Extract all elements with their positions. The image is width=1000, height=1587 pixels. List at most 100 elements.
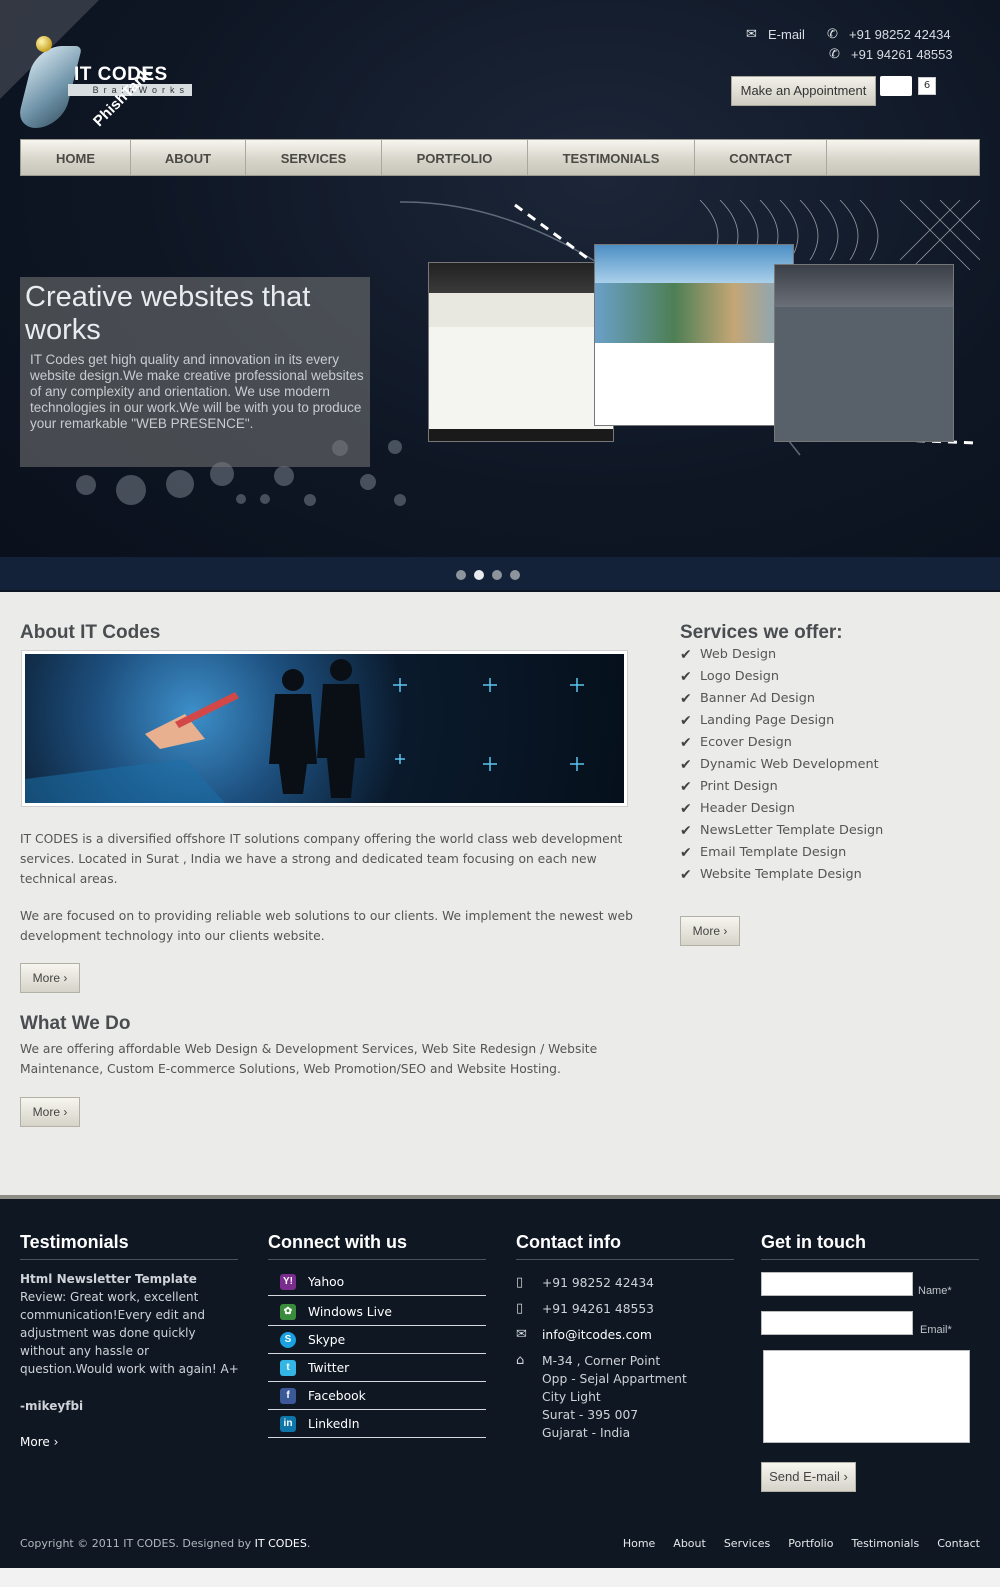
what-we-do-more-button[interactable]: More › xyxy=(20,1097,80,1127)
copyright: Copyright © 2011 IT CODES. Designed by I… xyxy=(20,1537,311,1550)
footer-nav-portfolio[interactable]: Portfolio xyxy=(788,1537,833,1550)
nav-about[interactable]: ABOUT xyxy=(131,140,246,175)
portfolio-thumb-holidays xyxy=(594,244,794,426)
check-icon: ✔ xyxy=(680,845,692,861)
top-email-link[interactable]: ✉ E-mail xyxy=(746,27,805,42)
page-bottom-strip xyxy=(0,1568,1000,1587)
check-icon: ✔ xyxy=(680,801,692,817)
nav-testimonials[interactable]: TESTIMONIALS xyxy=(528,140,695,175)
name-label: Name* xyxy=(918,1285,952,1297)
connect-yahoo[interactable]: Y! Yahoo xyxy=(268,1268,486,1296)
check-icon: ✔ xyxy=(680,823,692,839)
slider-dot-2[interactable] xyxy=(474,570,484,580)
email-input[interactable] xyxy=(761,1311,913,1335)
testimonials-heading: Testimonials xyxy=(20,1232,129,1252)
send-email-button[interactable]: Send E-mail › xyxy=(761,1462,856,1492)
connect-skype[interactable]: S Skype xyxy=(268,1326,486,1354)
service-item[interactable]: ✔ NewsLetter Template Design xyxy=(680,820,883,842)
slider-dot-4[interactable] xyxy=(510,570,520,580)
divider xyxy=(516,1259,734,1260)
connect-heading: Connect with us xyxy=(268,1232,407,1252)
service-item[interactable]: ✔ Logo Design xyxy=(680,666,883,688)
slider-dot-1[interactable] xyxy=(456,570,466,580)
hero-caption: Creative websites that works IT Codes ge… xyxy=(20,277,370,467)
check-icon: ✔ xyxy=(680,691,692,707)
check-icon: ✔ xyxy=(680,713,692,729)
footer-nav-home[interactable]: Home xyxy=(623,1537,655,1550)
service-item[interactable]: ✔ Ecover Design xyxy=(680,732,883,754)
check-icon: ✔ xyxy=(680,757,692,773)
check-icon: ✔ xyxy=(680,735,692,751)
about-more-button[interactable]: More › xyxy=(20,963,80,993)
hero-title: Creative websites that works xyxy=(25,281,311,346)
portfolio-thumb-taxi xyxy=(428,262,614,442)
like-button[interactable] xyxy=(880,76,912,96)
about-banner-art xyxy=(25,659,584,803)
divider xyxy=(20,1259,238,1260)
skype-icon: S xyxy=(280,1331,296,1348)
message-textarea[interactable] xyxy=(763,1350,970,1443)
what-we-do-heading: What We Do xyxy=(20,1013,131,1034)
designer-link[interactable]: IT CODES xyxy=(255,1537,307,1550)
service-item[interactable]: ✔ Email Template Design xyxy=(680,842,883,864)
service-item[interactable]: ✔ Banner Ad Design xyxy=(680,688,883,710)
contact-info-heading: Contact info xyxy=(516,1232,621,1252)
service-item[interactable]: ✔ Web Design xyxy=(680,644,883,666)
service-item[interactable]: ✔ Dynamic Web Development xyxy=(680,754,883,776)
home-icon: ⌂ xyxy=(516,1353,525,1368)
facebook-icon: f xyxy=(280,1387,296,1404)
nav-home[interactable]: HOME xyxy=(21,140,131,175)
main-content: About IT Codes IT CODES is a diversified… xyxy=(0,592,1000,1195)
yahoo-icon: Y! xyxy=(280,1273,296,1290)
service-item[interactable]: ✔ Header Design xyxy=(680,798,883,820)
check-icon: ✔ xyxy=(680,669,692,685)
envelope-icon: ✉ xyxy=(746,26,757,42)
logo[interactable]: IT CODES BrainWorks xyxy=(15,36,204,136)
hero-text: IT Codes get high quality and innovation… xyxy=(30,352,364,431)
footer-nav-about[interactable]: About xyxy=(673,1537,706,1550)
slider-dot-3[interactable] xyxy=(492,570,502,580)
about-paragraph-2: We are focused on to providing reliable … xyxy=(20,909,633,943)
connect-windows-live[interactable]: ✿ Windows Live xyxy=(268,1298,486,1326)
services-list: ✔ Web Design ✔ Logo Design ✔ Banner Ad Desi… xyxy=(680,644,883,886)
nav-portfolio[interactable]: PORTFOLIO xyxy=(382,140,528,175)
phone-icon: ✆ xyxy=(827,26,838,42)
top-phone-1: ✆ +91 98252 42434 xyxy=(827,26,951,42)
email-label: Email* xyxy=(920,1324,952,1336)
service-item[interactable]: ✔ Landing Page Design xyxy=(680,710,883,732)
mobile-phone-icon: ▯ xyxy=(516,1275,524,1290)
twitter-icon: t xyxy=(280,1359,296,1376)
nav-contact[interactable]: CONTACT xyxy=(695,140,827,175)
about-paragraph-1: IT CODES is a diversified offshore IT so… xyxy=(20,832,623,886)
make-appointment-button[interactable]: Make an Appointment xyxy=(731,76,876,106)
testimonial-review: Review: Great work, excellent communicat… xyxy=(20,1290,239,1376)
what-we-do-text: We are offering affordable Web Design & … xyxy=(20,1042,598,1076)
testimonials-more-link[interactable]: More › xyxy=(20,1433,58,1451)
check-icon: ✔ xyxy=(680,867,692,883)
mobile-phone-icon: ▯ xyxy=(516,1301,524,1316)
testimonial-title: Html Newsletter Template xyxy=(20,1272,197,1286)
service-item[interactable]: ✔ Website Template Design xyxy=(680,864,883,886)
name-input[interactable] xyxy=(761,1272,913,1296)
about-banner-image xyxy=(21,650,628,807)
main-nav: HOME ABOUT SERVICES PORTFOLIO TESTIMONIA… xyxy=(20,139,980,176)
top-phone-2: ✆ +91 94261 48553 xyxy=(829,46,953,62)
footer-nav-testimonials[interactable]: Testimonials xyxy=(851,1537,919,1550)
header: IT CODES BrainWorks PhishTank ✉ E-mail ✆… xyxy=(0,0,1000,590)
connect-twitter[interactable]: t Twitter xyxy=(268,1354,486,1382)
nav-services[interactable]: SERVICES xyxy=(246,140,382,175)
connect-facebook[interactable]: f Facebook xyxy=(268,1382,486,1410)
service-item[interactable]: ✔ Print Design xyxy=(680,776,883,798)
divider xyxy=(761,1259,979,1260)
footer-nav-services[interactable]: Services xyxy=(724,1537,770,1550)
check-icon: ✔ xyxy=(680,647,692,663)
windows-live-icon: ✿ xyxy=(280,1303,296,1320)
contact-phone-1: ▯ +91 98252 42434 xyxy=(516,1275,655,1290)
services-more-button[interactable]: More › xyxy=(680,916,740,946)
contact-email[interactable]: ✉ info@itcodes.com xyxy=(516,1326,652,1344)
phone-icon: ✆ xyxy=(829,46,840,62)
services-heading: Services we offer: xyxy=(680,622,843,643)
connect-linkedin[interactable]: in LinkedIn xyxy=(268,1410,486,1438)
footer-nav-contact[interactable]: Contact xyxy=(937,1537,980,1550)
top-email-label: E-mail xyxy=(768,27,805,42)
